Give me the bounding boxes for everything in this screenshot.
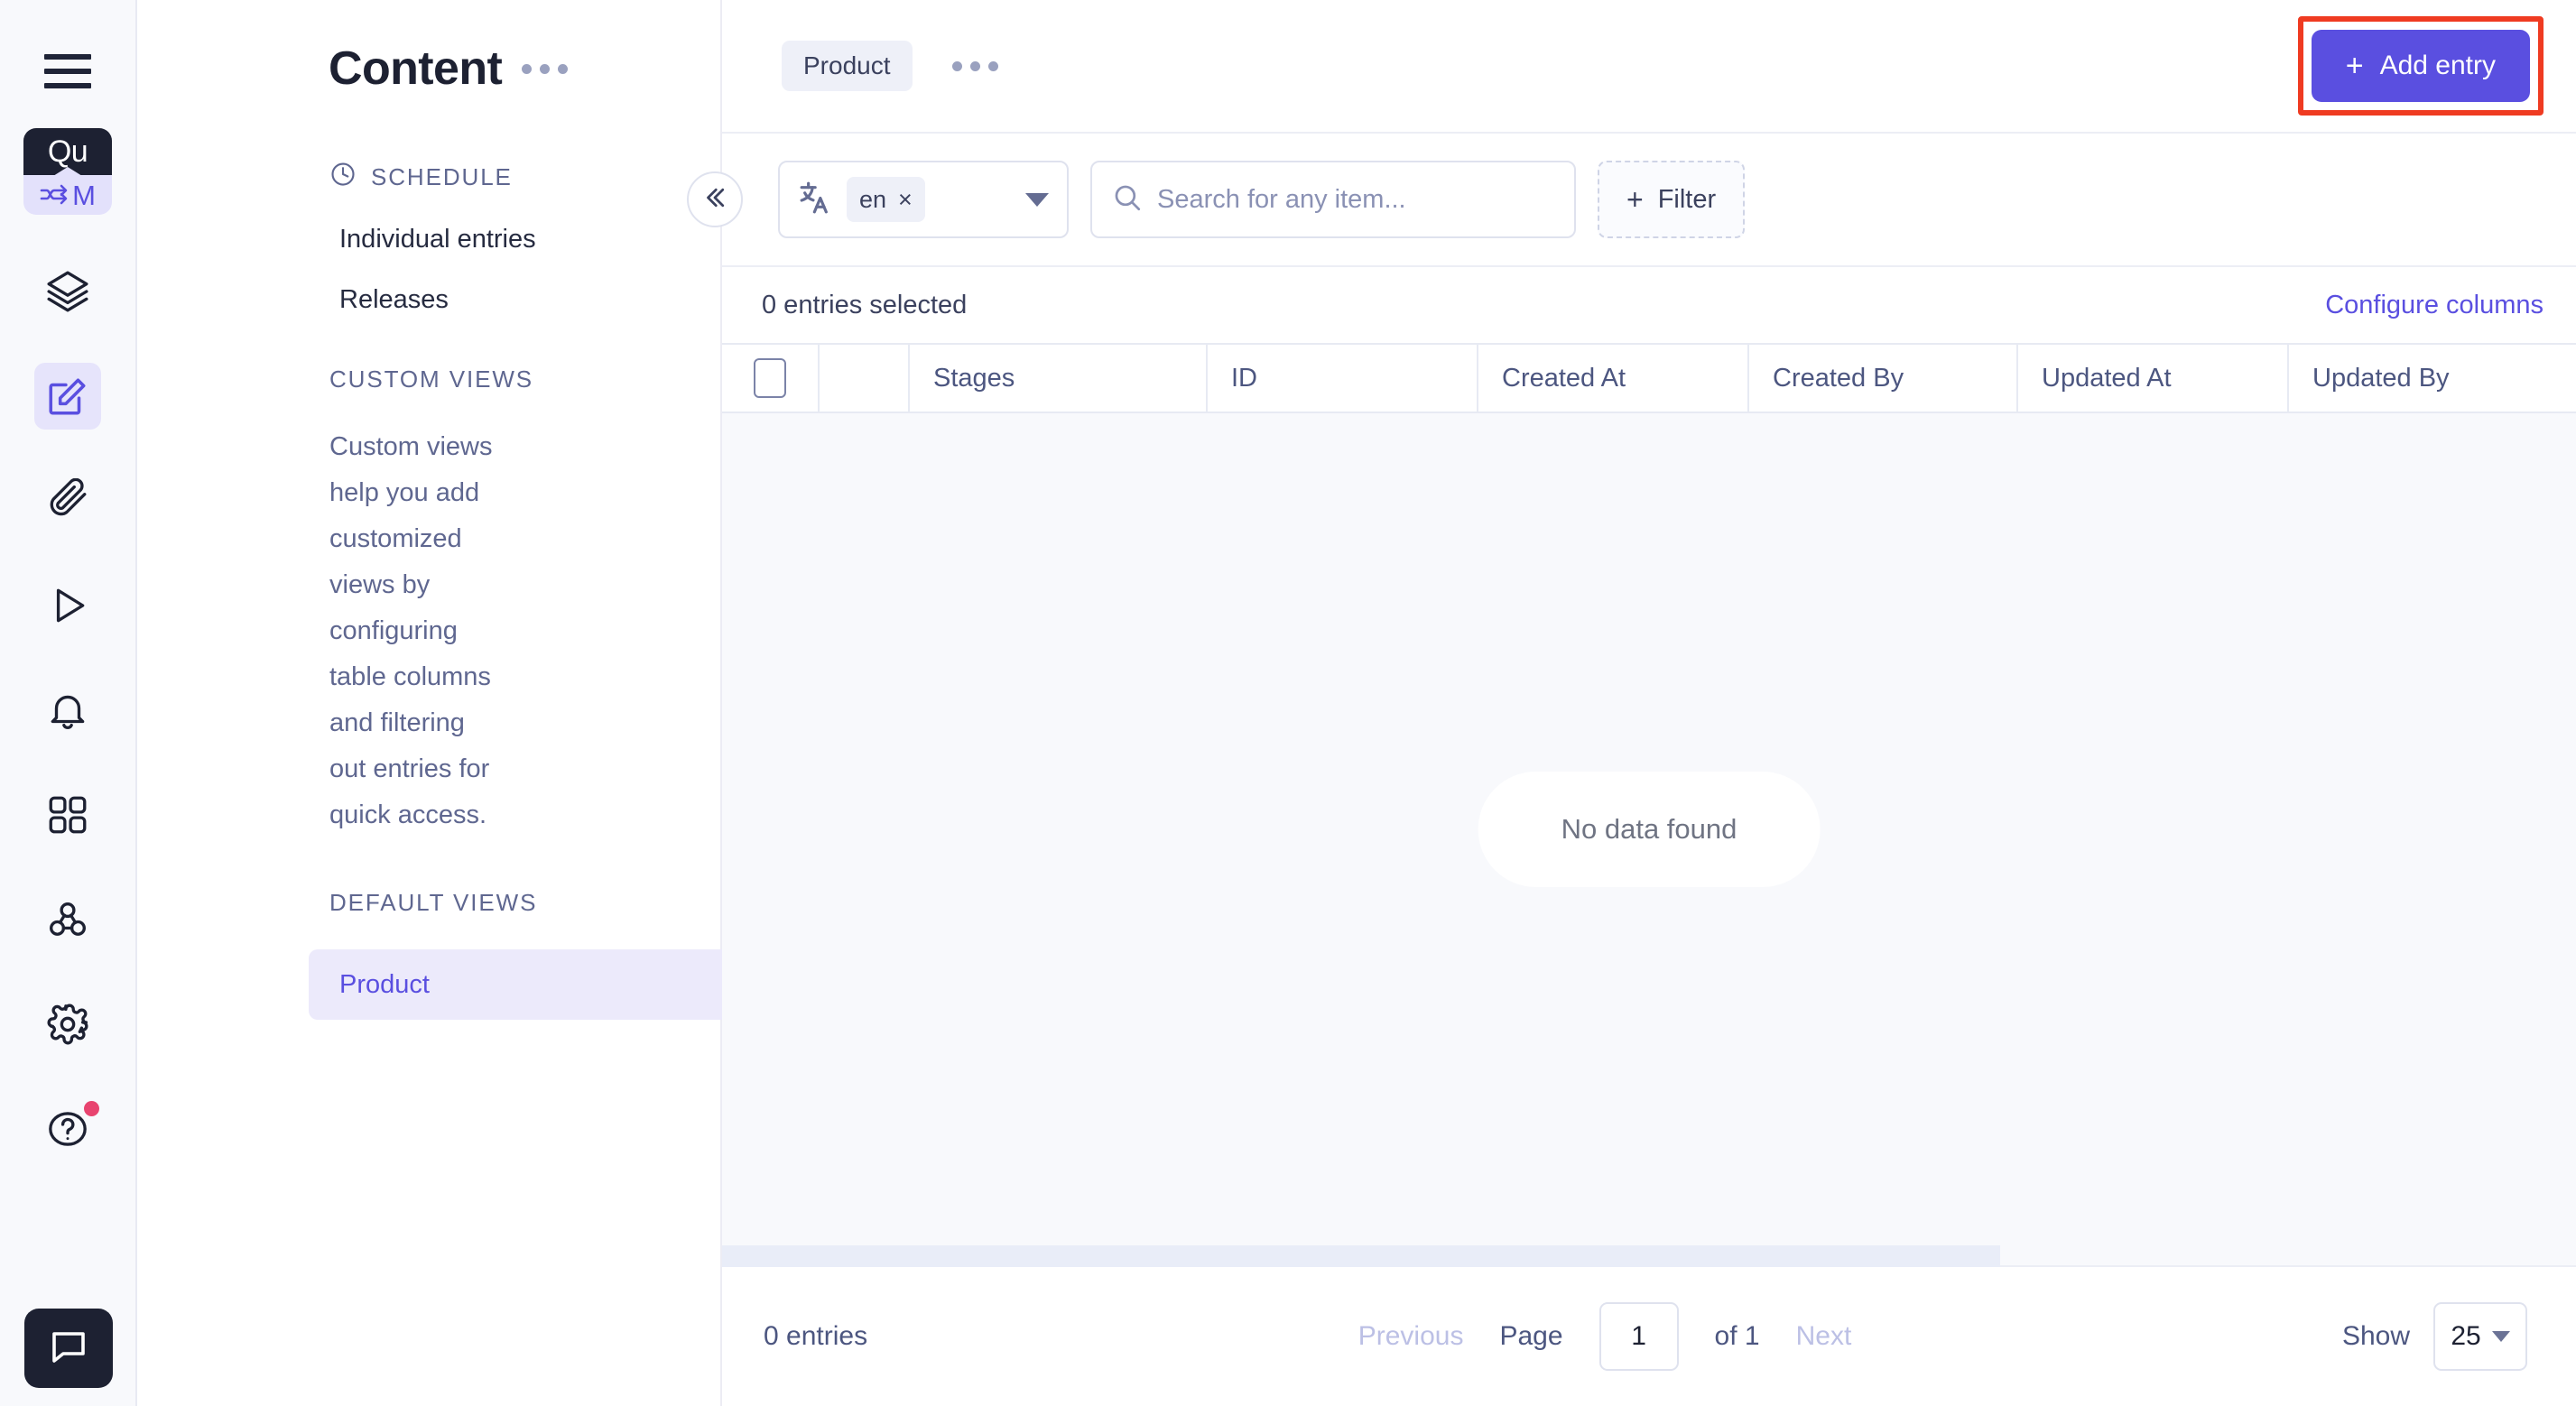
tab-more-options-icon[interactable]: [951, 60, 998, 71]
rail-item-settings[interactable]: [34, 991, 101, 1058]
page-label: Page: [1499, 1321, 1563, 1351]
help-notification-badge: [84, 1101, 99, 1116]
rail-item-assets[interactable]: [34, 467, 101, 534]
logo-notch: [53, 167, 82, 176]
shuffle-icon: [40, 184, 68, 205]
tab-product[interactable]: Product: [782, 41, 913, 91]
grid-apps-icon: [45, 792, 90, 837]
bell-icon: [45, 688, 90, 733]
logo-bottom: M: [23, 167, 112, 215]
icon-rail: Qu M: [0, 0, 137, 1406]
top-toolbar: Product + Add entry: [722, 0, 2576, 134]
select-all-checkbox[interactable]: [754, 358, 786, 398]
double-chevron-left-icon: [701, 184, 728, 216]
chevron-down-icon[interactable]: [1025, 192, 1049, 207]
chat-bubble-icon: [47, 1325, 90, 1373]
language-chip-label: en: [859, 185, 887, 213]
filter-toolbar: en × + Filter: [687, 134, 2576, 265]
previous-page-button[interactable]: Previous: [1358, 1321, 1464, 1352]
hamburger-menu-icon[interactable]: [44, 54, 91, 88]
nav-more-options-icon[interactable]: [522, 63, 569, 74]
gear-icon: [45, 1002, 90, 1047]
table-header-id[interactable]: ID: [1208, 345, 1478, 412]
rail-item-apps[interactable]: [34, 782, 101, 848]
translate-icon: [798, 180, 834, 220]
empty-state-message: No data found: [1478, 772, 1821, 887]
layers-icon: [45, 269, 90, 314]
content-nav-panel: Content SCHEDULE Individual entries Rele…: [137, 0, 810, 1406]
rail-item-webhooks[interactable]: [34, 886, 101, 953]
rail-item-layers[interactable]: [34, 258, 101, 325]
sidebar-item-product-label: Product: [339, 969, 430, 999]
nav-section-default-views-label: DEFAULT VIEWS: [329, 889, 538, 916]
nav-section-schedule-label: SCHEDULE: [371, 163, 513, 190]
add-entry-label: Add entry: [2379, 51, 2496, 80]
logo-bottom-text: M: [72, 179, 96, 211]
clock-icon: [329, 161, 357, 194]
custom-views-description: Custom views help you add customized vie…: [329, 432, 493, 829]
table-header-select-all[interactable]: [722, 345, 820, 412]
table-header-created-at[interactable]: Created At: [1478, 345, 1749, 412]
next-page-button[interactable]: Next: [1796, 1321, 1852, 1352]
edit-square-icon: [45, 374, 90, 419]
webhook-icon: [45, 897, 90, 942]
page-title: Content: [329, 42, 503, 95]
rail-item-notifications[interactable]: [34, 677, 101, 744]
filter-button-label: Filter: [1657, 184, 1717, 214]
table-header-row: Stages ID Created At Created By Updated …: [722, 343, 2576, 413]
app-logo[interactable]: Qu M: [23, 128, 112, 215]
add-entry-button[interactable]: + Add entry: [2311, 30, 2530, 102]
chevron-down-icon: [2491, 1331, 2510, 1342]
rail-icon-list: [34, 258, 101, 1200]
pagination-bar: 0 entries Previous Page of 1 Next Show 2…: [722, 1267, 2576, 1406]
table-header-blank: [820, 345, 910, 412]
page-total-text: of 1: [1714, 1321, 1760, 1351]
horizontal-scrollbar-track[interactable]: [722, 1245, 2576, 1267]
table-header-updated-by[interactable]: Updated By: [2289, 345, 2560, 412]
nav-section-schedule: SCHEDULE: [137, 161, 720, 194]
search-icon: [1112, 182, 1143, 217]
search-box[interactable]: [1090, 161, 1576, 238]
language-selector[interactable]: en ×: [778, 161, 1069, 238]
table-header-stages[interactable]: Stages: [910, 345, 1208, 412]
chat-support-button[interactable]: [24, 1309, 113, 1388]
language-chip[interactable]: en ×: [847, 177, 925, 222]
pagination-controls: Previous Page of 1 Next: [1358, 1302, 1852, 1371]
rail-item-releases[interactable]: [34, 572, 101, 639]
show-label: Show: [2341, 1321, 2410, 1351]
plus-icon: +: [1626, 183, 1644, 216]
plus-icon: +: [2345, 49, 2364, 83]
nav-title-row: Content: [137, 0, 720, 96]
close-icon[interactable]: ×: [898, 187, 913, 212]
paperclip-icon: [45, 478, 90, 523]
page-size-select[interactable]: 25: [2433, 1302, 2527, 1371]
collapse-panel-button[interactable]: [687, 171, 743, 227]
configure-columns-link[interactable]: Configure columns: [2325, 291, 2544, 320]
horizontal-scrollbar-thumb[interactable]: [722, 1245, 2000, 1267]
play-triangle-icon: [45, 583, 90, 628]
nav-section-custom-views-label: CUSTOM VIEWS: [329, 365, 534, 393]
entries-table: 0 entries selected Configure columns Sta…: [722, 265, 2576, 1267]
search-input[interactable]: [1157, 184, 1554, 215]
filter-button[interactable]: + Filter: [1598, 161, 1746, 238]
table-header-updated-at[interactable]: Updated At: [2018, 345, 2289, 412]
total-entries-text: 0 entries: [764, 1321, 868, 1351]
selection-bar: 0 entries selected Configure columns: [722, 265, 2576, 343]
page-number-input[interactable]: [1598, 1302, 1679, 1371]
question-circle-icon: [45, 1106, 90, 1152]
entries-selected-text: 0 entries selected: [762, 290, 968, 319]
page-size-controls: Show 25: [2342, 1302, 2527, 1371]
rail-item-help[interactable]: [34, 1096, 101, 1162]
rail-item-content[interactable]: [34, 363, 101, 430]
nav-section-custom-views: CUSTOM VIEWS: [137, 365, 720, 393]
add-entry-highlight-box: + Add entry: [2297, 16, 2544, 116]
nav-section-default-views: DEFAULT VIEWS: [137, 889, 720, 917]
table-body: No data found: [722, 413, 2576, 1245]
page-size-value: 25: [2451, 1321, 2481, 1351]
sidebar-item-releases[interactable]: Releases: [137, 285, 720, 315]
table-header-created-by[interactable]: Created By: [1749, 345, 2018, 412]
app-root: Qu M Content SCHEDULE Individual entries…: [0, 0, 2576, 1406]
main-content: Product + Add entry en × Search for any …: [687, 0, 2576, 1406]
sidebar-item-individual-entries[interactable]: Individual entries: [137, 225, 720, 254]
